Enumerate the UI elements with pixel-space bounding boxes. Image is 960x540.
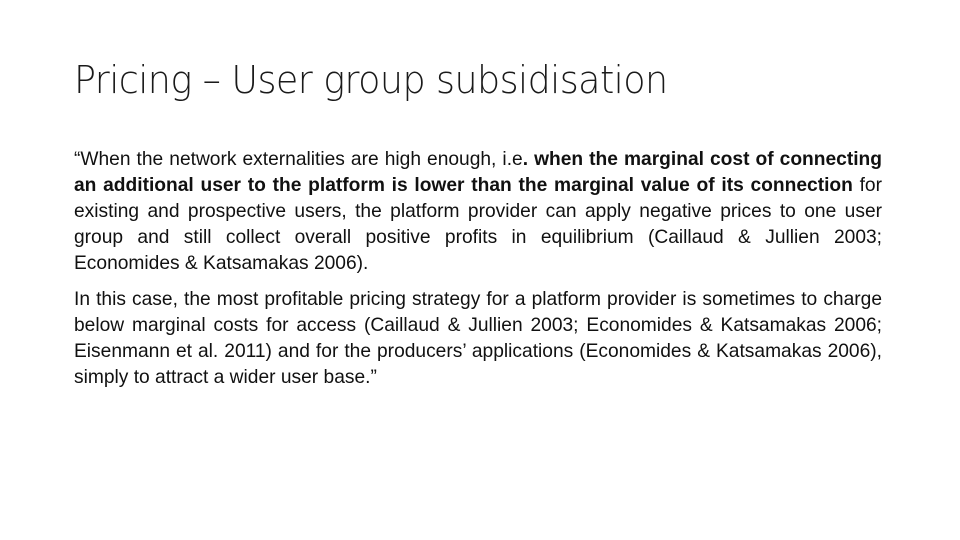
slide: Pricing – User group subsidisation “When… — [0, 0, 960, 540]
quote-paragraph-2: In this case, the most profitable pricin… — [74, 287, 882, 391]
quote-paragraph-1: “When the network externalities are high… — [74, 147, 882, 277]
slide-title: Pricing – User group subsidisation — [74, 58, 668, 102]
slide-body: “When the network externalities are high… — [74, 147, 882, 391]
paragraph-1-text-intro: “When the network externalities are high… — [74, 149, 523, 170]
paragraph-2-text: In this case, the most profitable pricin… — [74, 289, 882, 388]
